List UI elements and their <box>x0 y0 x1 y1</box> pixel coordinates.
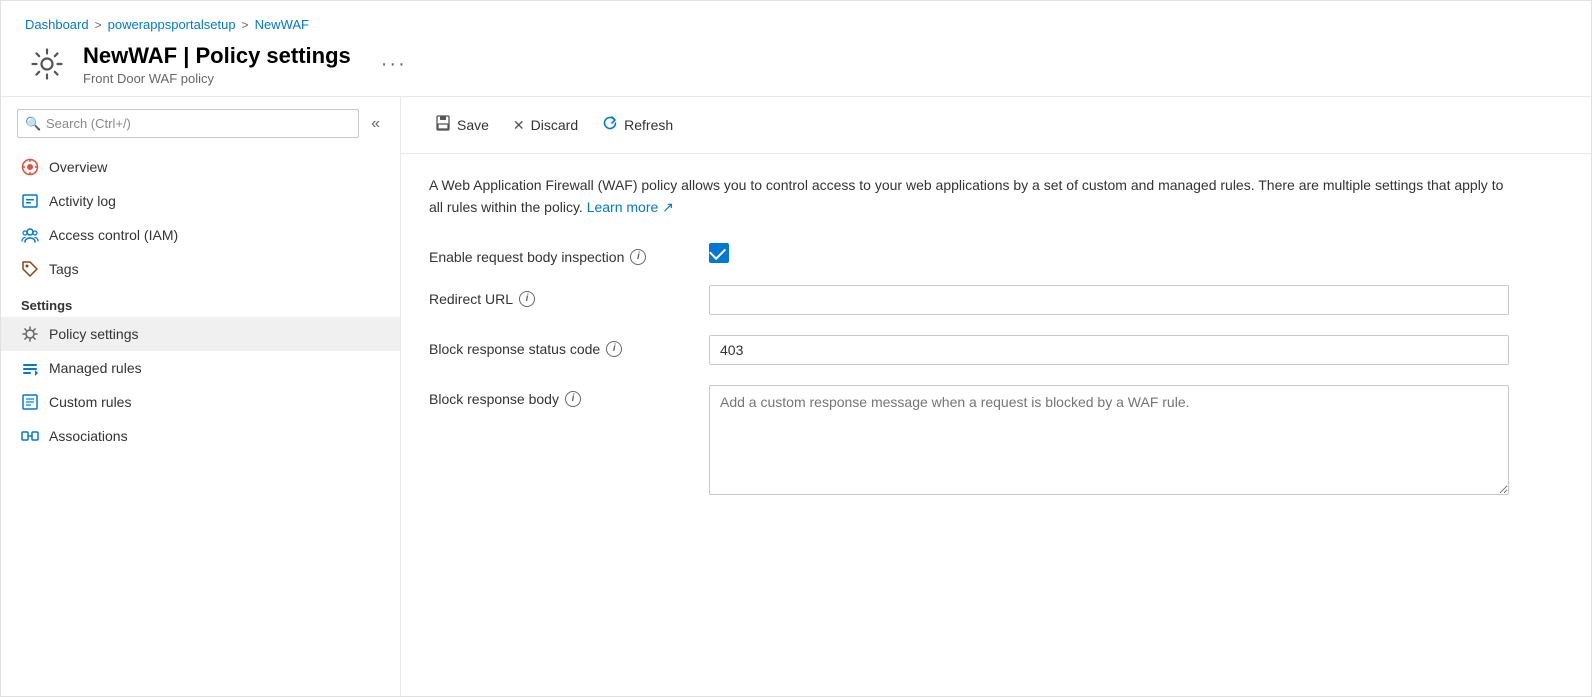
header-gear-icon <box>25 42 69 86</box>
block-status-input[interactable] <box>709 335 1509 365</box>
breadcrumb: Dashboard > powerappsportalsetup > NewWA… <box>25 17 1567 32</box>
checkbox-body-inspection[interactable] <box>709 243 729 263</box>
info-icon-block-body[interactable]: i <box>565 391 581 407</box>
refresh-label: Refresh <box>624 117 673 133</box>
main-layout: 🔍 « Overview <box>1 97 1591 696</box>
breadcrumb-sep-2: > <box>242 18 249 32</box>
description-text: A Web Application Firewall (WAF) policy … <box>429 174 1509 219</box>
policy-icon <box>21 325 39 343</box>
form-label-body-inspection: Enable request body inspection i <box>429 243 689 265</box>
sidebar-item-label-custom: Custom rules <box>49 394 131 410</box>
breadcrumb-dashboard[interactable]: Dashboard <box>25 17 89 32</box>
form-section: Enable request body inspection i Redirec… <box>429 243 1509 498</box>
content-body: A Web Application Firewall (WAF) policy … <box>401 154 1591 518</box>
form-row-redirect-url: Redirect URL i <box>429 285 1509 315</box>
refresh-icon <box>602 115 618 135</box>
toolbar: Save ✕ Discard Refresh <box>401 97 1591 154</box>
sidebar-item-managed[interactable]: Managed rules <box>1 351 400 385</box>
sidebar-item-tags[interactable]: Tags <box>1 252 400 286</box>
discard-label: Discard <box>531 117 578 133</box>
sidebar-item-label-tags: Tags <box>49 261 79 277</box>
breadcrumb-sep-1: > <box>95 18 102 32</box>
sidebar-item-label-policy: Policy settings <box>49 326 138 342</box>
search-icon: 🔍 <box>25 116 41 132</box>
activity-icon <box>21 192 39 210</box>
form-label-block-status: Block response status code i <box>429 335 689 357</box>
form-control-body-inspection <box>709 243 1509 263</box>
settings-section-label: Settings <box>1 286 400 317</box>
learn-more-link[interactable]: Learn more ↗ <box>587 199 674 215</box>
overview-icon <box>21 158 39 176</box>
form-control-block-body <box>709 385 1509 498</box>
discard-icon: ✕ <box>513 117 525 134</box>
label-text-redirect-url: Redirect URL <box>429 291 513 307</box>
page-title: NewWAF | Policy settings <box>83 43 351 69</box>
form-row-body-inspection: Enable request body inspection i <box>429 243 1509 265</box>
sidebar-item-assoc[interactable]: Associations <box>1 419 400 453</box>
sidebar-item-activity[interactable]: Activity log <box>1 184 400 218</box>
ellipsis-button[interactable]: ··· <box>373 51 415 78</box>
sidebar-item-overview[interactable]: Overview <box>1 150 400 184</box>
form-row-block-status: Block response status code i <box>429 335 1509 365</box>
breadcrumb-setup[interactable]: powerappsportalsetup <box>108 17 236 32</box>
sidebar-item-label-overview: Overview <box>49 159 107 175</box>
form-label-block-body: Block response body i <box>429 385 689 407</box>
sidebar-item-label-iam: Access control (IAM) <box>49 227 178 243</box>
tags-icon <box>21 260 39 278</box>
form-control-block-status <box>709 335 1509 365</box>
redirect-url-input[interactable] <box>709 285 1509 315</box>
search-input[interactable] <box>17 109 359 138</box>
sidebar-item-label-managed: Managed rules <box>49 360 142 376</box>
managed-icon <box>21 359 39 377</box>
form-label-redirect-url: Redirect URL i <box>429 285 689 307</box>
form-control-redirect-url <box>709 285 1509 315</box>
sidebar-item-iam[interactable]: Access control (IAM) <box>1 218 400 252</box>
search-input-wrap: 🔍 <box>17 109 359 138</box>
save-icon <box>435 115 451 135</box>
form-row-block-body: Block response body i <box>429 385 1509 498</box>
info-icon-block-status[interactable]: i <box>606 341 622 357</box>
label-text-block-body: Block response body <box>429 391 559 407</box>
page-container: Dashboard > powerappsportalsetup > NewWA… <box>0 0 1592 697</box>
custom-icon <box>21 393 39 411</box>
header-text: NewWAF | Policy settings Front Door WAF … <box>83 43 351 86</box>
save-button[interactable]: Save <box>425 109 499 141</box>
header: Dashboard > powerappsportalsetup > NewWA… <box>1 1 1591 97</box>
info-icon-redirect-url[interactable]: i <box>519 291 535 307</box>
discard-button[interactable]: ✕ Discard <box>503 111 588 140</box>
iam-icon <box>21 226 39 244</box>
assoc-icon <box>21 427 39 445</box>
label-text-block-status: Block response status code <box>429 341 600 357</box>
block-body-textarea[interactable] <box>709 385 1509 495</box>
header-title-row: NewWAF | Policy settings Front Door WAF … <box>25 42 1567 86</box>
search-row: 🔍 « <box>1 109 400 138</box>
label-text-body-inspection: Enable request body inspection <box>429 249 624 265</box>
breadcrumb-newwaf[interactable]: NewWAF <box>255 17 309 32</box>
collapse-sidebar-button[interactable]: « <box>367 111 384 137</box>
sidebar-item-custom[interactable]: Custom rules <box>1 385 400 419</box>
content-area: Save ✕ Discard Refresh <box>401 97 1591 696</box>
refresh-button[interactable]: Refresh <box>592 109 683 141</box>
page-subtitle: Front Door WAF policy <box>83 71 351 86</box>
sidebar: 🔍 « Overview <box>1 97 401 696</box>
sidebar-item-label-activity: Activity log <box>49 193 116 209</box>
info-icon-body-inspection[interactable]: i <box>630 249 646 265</box>
sidebar-item-policy[interactable]: Policy settings <box>1 317 400 351</box>
save-label: Save <box>457 117 489 133</box>
sidebar-item-label-assoc: Associations <box>49 428 128 444</box>
